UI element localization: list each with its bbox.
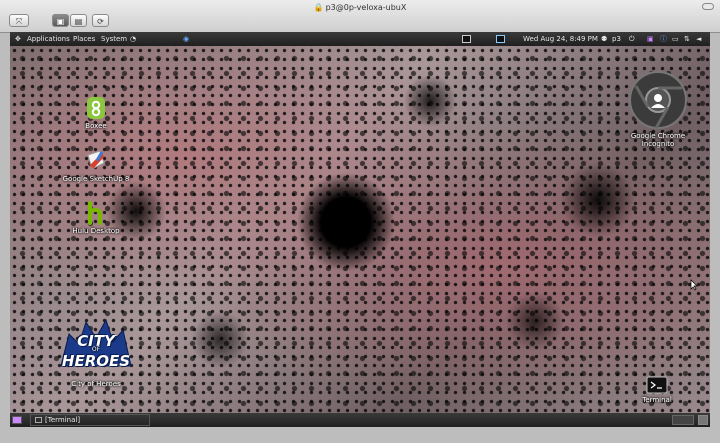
sketchup-icon — [87, 150, 105, 170]
top-panel: ✥ Applications Places System ◔ ◉ Wed Aug… — [10, 32, 710, 46]
coh-logo-line3: HEROES — [61, 352, 131, 370]
menu-places[interactable]: Places — [73, 32, 95, 46]
snapshot-icon[interactable]: ▤ — [70, 14, 87, 27]
chrome-incognito-icon — [629, 71, 687, 129]
boxee-icon — [87, 97, 105, 119]
menu-system[interactable]: System — [101, 32, 127, 46]
clock[interactable]: Wed Aug 24, 8:49 PM — [523, 32, 598, 46]
mouse-pointer-icon — [690, 279, 698, 291]
toolbar-toggle-button[interactable] — [702, 3, 714, 10]
accessibility-icon[interactable]: ⓘ — [660, 32, 667, 46]
window-titlebar: ⤧ ▣ ▤ ⟳ 🔒 p3@0p-veloxa-ubuX — [0, 0, 720, 33]
taskbar-button-terminal[interactable]: [Terminal] — [30, 414, 150, 426]
desktop-icon-terminal[interactable]: Terminal — [640, 376, 674, 404]
desktop-icon-sketchup[interactable]: Google SketchUp 8 — [61, 149, 131, 183]
foot-menu-icon[interactable]: ✥ — [15, 32, 21, 46]
hulu-icon — [88, 201, 102, 225]
settings-icon[interactable]: ⟳ — [92, 14, 109, 27]
lock-icon: 🔒 — [313, 3, 324, 12]
help-icon[interactable]: ◔ — [130, 32, 136, 46]
desktop[interactable]: Boxee Google SketchUp 8 Hulu Desktop CIT… — [10, 46, 710, 413]
guest-screen: ✥ Applications Places System ◔ ◉ Wed Aug… — [10, 32, 710, 427]
window-title: 🔒 p3@0p-veloxa-ubuX — [313, 3, 407, 12]
terminal-icon — [646, 376, 668, 394]
session-icon[interactable]: ▣ — [647, 32, 654, 46]
volume-icon[interactable]: ◄ — [696, 32, 701, 46]
vm-window: ⤧ ▣ ▤ ⟳ 🔒 p3@0p-veloxa-ubuX ✥ Application… — [0, 0, 720, 443]
show-desktop-icon[interactable] — [12, 416, 22, 424]
view-toggle-icon[interactable]: ▣ — [52, 14, 69, 27]
desktop-icon-cityofheroes[interactable]: CITY OF HEROES City of Heroes — [50, 316, 142, 388]
desktop-icon-chrome-incognito[interactable]: Google Chrome Incognito — [622, 70, 694, 148]
desktop-icon-boxee[interactable]: Boxee — [76, 96, 116, 130]
menu-applications[interactable]: Applications — [27, 32, 70, 46]
taskbar-terminal-icon — [35, 417, 42, 423]
terminal-applet-icon[interactable] — [462, 35, 471, 43]
fullscreen-icon[interactable]: ⤧ — [9, 14, 29, 27]
power-icon[interactable]: ⏻ — [629, 32, 635, 46]
workspace-switcher[interactable] — [672, 415, 694, 425]
cityofheroes-logo-icon: CITY OF HEROES — [51, 316, 141, 378]
trash-icon[interactable] — [698, 415, 708, 425]
user-icon[interactable]: ⚉ — [601, 32, 607, 46]
display-icon[interactable]: ▭ — [672, 32, 679, 46]
browser-launcher-icon[interactable]: ◉ — [183, 32, 189, 46]
monitor-applet-icon[interactable] — [496, 35, 505, 43]
network-icon[interactable]: ⇅ — [684, 32, 690, 46]
desktop-icon-hulu[interactable]: Hulu Desktop — [70, 201, 122, 235]
bottom-panel: [Terminal] — [10, 413, 710, 427]
user-name[interactable]: p3 — [612, 32, 621, 46]
